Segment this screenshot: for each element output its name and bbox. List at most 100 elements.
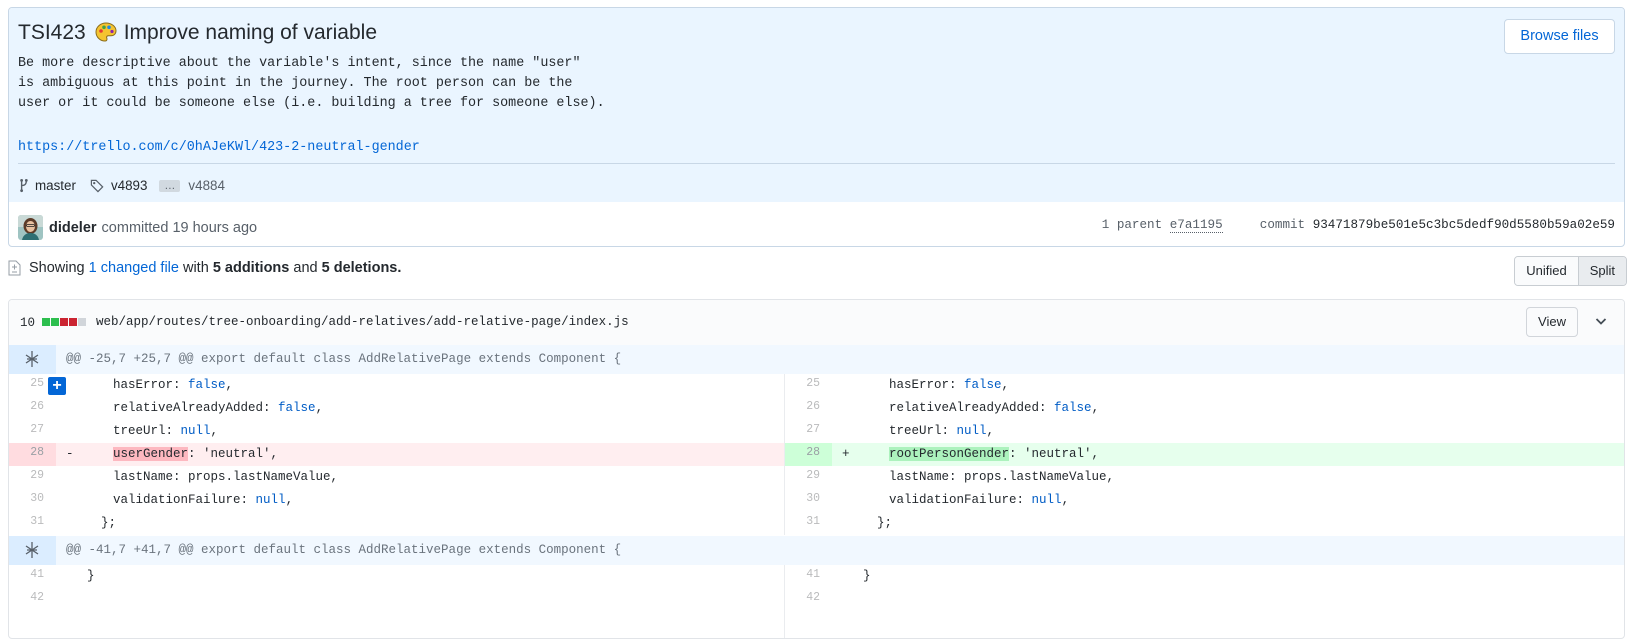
line-number[interactable]: 26 bbox=[785, 397, 832, 420]
code-line: lastName: props.lastNameValue, bbox=[889, 470, 1115, 484]
line-number[interactable]: 28 bbox=[785, 443, 832, 466]
commit-title-text: Improve naming of variable bbox=[123, 21, 378, 44]
summary-with: with bbox=[182, 260, 209, 276]
author-name[interactable]: dideler bbox=[49, 220, 97, 236]
add-comment-button[interactable]: + bbox=[48, 377, 66, 395]
parent-label: 1 parent bbox=[1101, 218, 1163, 232]
commit-sha: 93471879be501e5c3bc5dedf90d5580b59a02e59 bbox=[1312, 218, 1615, 232]
added-word: rootPersonGender bbox=[889, 447, 1010, 461]
line-number[interactable]: 31 bbox=[785, 512, 832, 535]
file-diff: 10 web/app/routes/tree-onboarding/add-re… bbox=[8, 299, 1625, 639]
diffstat-add bbox=[42, 318, 50, 326]
line-number[interactable]: 30 bbox=[9, 489, 56, 512]
code-line: lastName: props.lastNameValue, bbox=[113, 470, 339, 484]
commit-id: TSI423 bbox=[18, 21, 86, 44]
branch-name[interactable]: master bbox=[35, 178, 76, 193]
diffstat-neutral bbox=[78, 318, 86, 326]
avatar[interactable] bbox=[18, 215, 43, 240]
unfold-icon bbox=[25, 351, 39, 367]
diff-row: 30 validationFailure: null, 30 validatio… bbox=[9, 489, 1624, 512]
split-button[interactable]: Split bbox=[1577, 257, 1626, 285]
line-number[interactable]: 30 bbox=[785, 489, 832, 512]
art-palette-icon bbox=[95, 22, 117, 42]
expand-button[interactable] bbox=[9, 345, 56, 374]
line-number[interactable]: 41 bbox=[785, 565, 832, 588]
changed-files-link[interactable]: 1 changed file bbox=[89, 260, 179, 276]
diff-row: 25 hasError: false, + 25 hasError: false… bbox=[9, 374, 1624, 397]
tag-icon bbox=[90, 179, 104, 193]
code-line: treeUrl: null, bbox=[113, 424, 219, 438]
removed-word: userGender bbox=[113, 447, 189, 461]
code-line: treeUrl: null, bbox=[889, 424, 995, 438]
expand-button[interactable] bbox=[9, 536, 56, 565]
code-line: }; bbox=[101, 516, 117, 530]
code-line: hasError: false, bbox=[889, 378, 1010, 392]
diff-row-changed: 28 - userGender: 'neutral', 28 + rootPerso… bbox=[9, 443, 1624, 466]
commit-box: TSI423 Improve naming of variable Be mor… bbox=[8, 7, 1625, 247]
commit-meta: 1 parent e7a1195 commit 93471879be501e5c… bbox=[1101, 218, 1615, 233]
file-diff-icon bbox=[8, 260, 21, 276]
commit-description: Be more descriptive about the variable's… bbox=[18, 56, 605, 111]
unfold-icon bbox=[25, 542, 39, 558]
hunk-header: @@ -41,7 +41,7 @@ export default class A… bbox=[9, 536, 1624, 565]
committed-time: committed 19 hours ago bbox=[101, 219, 258, 236]
diff-row: 26 relativeAlreadyAdded: false, 26 relat… bbox=[9, 397, 1624, 420]
commit-title: TSI423 Improve naming of variable bbox=[18, 21, 377, 45]
summary-additions: 5 additions bbox=[212, 260, 290, 276]
commit-header: TSI423 Improve naming of variable Be mor… bbox=[9, 8, 1624, 202]
line-number[interactable]: 31 bbox=[9, 512, 56, 535]
diff-row: 27 treeUrl: null, 27 treeUrl: null, bbox=[9, 420, 1624, 443]
line-number[interactable]: 27 bbox=[9, 420, 56, 443]
file-header: 10 web/app/routes/tree-onboarding/add-re… bbox=[9, 300, 1624, 346]
code-line: } bbox=[87, 569, 95, 583]
diffstat-del bbox=[60, 318, 68, 326]
code-line: hasError: false, bbox=[113, 378, 234, 392]
chevron-down-icon[interactable] bbox=[1595, 317, 1607, 326]
trello-link[interactable]: https://trello.com/c/0hAJeKWl/423-2-neut… bbox=[18, 140, 420, 155]
summary-deletions: 5 deletions. bbox=[321, 260, 402, 276]
author-row: dideler committed 19 hours ago bbox=[18, 215, 257, 240]
code-line: }; bbox=[877, 516, 893, 530]
browse-files-button[interactable]: Browse files bbox=[1504, 19, 1615, 54]
diff-row: 29 lastName: props.lastNameValue, 29 las… bbox=[9, 466, 1624, 489]
deleted-line: 28 - userGender: 'neutral', bbox=[9, 443, 784, 466]
code-line: validationFailure: null, bbox=[113, 493, 294, 507]
code-line: + rootPersonGender: 'neutral', bbox=[842, 447, 1100, 461]
diff-row: 31 }; 31 }; bbox=[9, 512, 1624, 535]
header-divider bbox=[18, 163, 1615, 164]
file-path[interactable]: web/app/routes/tree-onboarding/add-relat… bbox=[96, 315, 629, 329]
code-line: validationFailure: null, bbox=[889, 493, 1070, 507]
line-number[interactable]: 25 bbox=[785, 374, 832, 397]
diffstat-del bbox=[69, 318, 77, 326]
summary-and: and bbox=[293, 260, 318, 276]
diff-view-toggle: Unified Split bbox=[1514, 256, 1627, 286]
line-number[interactable]: 42 bbox=[785, 588, 832, 611]
summary-showing: Showing bbox=[29, 260, 85, 276]
line-number[interactable]: 27 bbox=[785, 420, 832, 443]
line-number[interactable]: 42 bbox=[9, 588, 56, 611]
line-number[interactable]: 29 bbox=[785, 466, 832, 489]
changes-count: 10 bbox=[20, 316, 36, 330]
tag-ellipsis-button[interactable]: … bbox=[159, 179, 181, 192]
tag-end[interactable]: v4884 bbox=[188, 178, 224, 193]
code-line: relativeAlreadyAdded: false, bbox=[889, 401, 1100, 415]
commit-label: commit bbox=[1259, 218, 1306, 232]
line-number[interactable]: 26 bbox=[9, 397, 56, 420]
code-line: - userGender: 'neutral', bbox=[66, 447, 279, 461]
diffstat-add bbox=[51, 318, 59, 326]
tag-start[interactable]: v4893 bbox=[111, 178, 147, 193]
git-branch-icon bbox=[20, 178, 28, 193]
code-line: } bbox=[863, 569, 871, 583]
hunk-text: @@ -25,7 +25,7 @@ export default class A… bbox=[66, 352, 622, 366]
unified-button[interactable]: Unified bbox=[1515, 257, 1578, 285]
diff-summary: Showing 1 changed file with 5 additions … bbox=[8, 260, 401, 276]
diffstat bbox=[42, 318, 87, 326]
hunk-text: @@ -41,7 +41,7 @@ export default class A… bbox=[66, 543, 622, 557]
line-number[interactable]: 41 bbox=[9, 565, 56, 588]
parent-sha-link[interactable]: e7a1195 bbox=[1169, 218, 1223, 233]
line-number[interactable]: 29 bbox=[9, 466, 56, 489]
view-file-button[interactable]: View bbox=[1526, 307, 1578, 337]
line-number[interactable]: 28 bbox=[9, 443, 56, 466]
diff-row: 41 } 41 } bbox=[9, 565, 1624, 588]
added-line: 28 + rootPersonGender: 'neutral', bbox=[785, 443, 1624, 466]
